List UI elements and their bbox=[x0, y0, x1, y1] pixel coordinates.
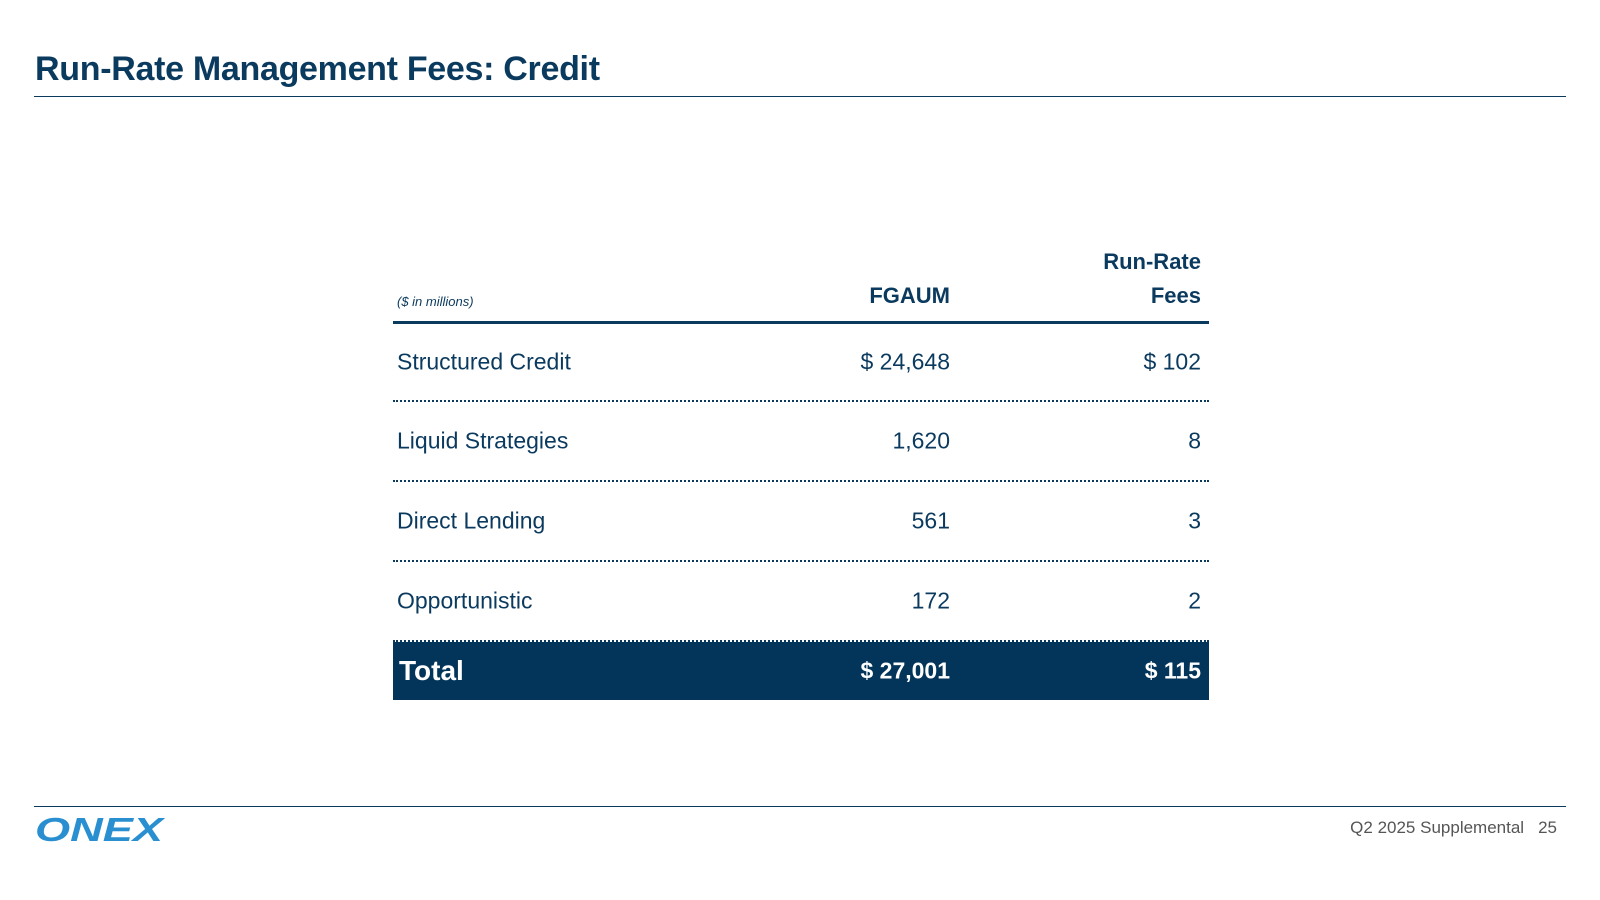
row-fgaum: $ 24,648 bbox=[860, 348, 950, 375]
onex-logo-text: ONEX bbox=[35, 815, 165, 845]
title-divider bbox=[34, 96, 1566, 97]
table-row: Direct Lending 561 3 bbox=[393, 482, 1209, 562]
total-fees: $ 115 bbox=[1144, 657, 1201, 684]
page-title: Run-Rate Management Fees: Credit bbox=[35, 50, 600, 88]
column-header-fgaum: FGAUM bbox=[869, 283, 950, 308]
row-fgaum: 172 bbox=[911, 587, 950, 614]
table-row: Liquid Strategies 1,620 8 bbox=[393, 402, 1209, 482]
row-fees: 8 bbox=[1188, 427, 1201, 454]
table-row: Structured Credit $ 24,648 $ 102 bbox=[393, 324, 1209, 402]
doc-label: Q2 2025 Supplemental bbox=[1350, 818, 1525, 837]
table-header: ($ in millions) FGAUM Run-Rate Fees bbox=[393, 249, 1209, 324]
row-fgaum: 561 bbox=[911, 507, 950, 534]
total-fgaum: $ 27,001 bbox=[860, 657, 950, 684]
table-row: Opportunistic 172 2 bbox=[393, 562, 1209, 642]
row-fees: 2 bbox=[1188, 587, 1201, 614]
onex-logo: ONEX bbox=[35, 815, 165, 845]
footer-label: Q2 2025 Supplemental 25 bbox=[1350, 818, 1557, 838]
column-header-fees-line1: Run-Rate bbox=[1103, 249, 1201, 274]
total-row: Total $ 27,001 $ 115 bbox=[393, 642, 1209, 700]
row-fees: $ 102 bbox=[1143, 348, 1201, 375]
fees-table: ($ in millions) FGAUM Run-Rate Fees Stru… bbox=[393, 249, 1209, 700]
row-fees: 3 bbox=[1188, 507, 1201, 534]
column-header-fees-line2: Fees bbox=[1150, 283, 1201, 308]
units-note: ($ in millions) bbox=[397, 294, 474, 309]
page-number: 25 bbox=[1538, 818, 1557, 837]
footer-divider bbox=[34, 806, 1566, 807]
row-label: Liquid Strategies bbox=[397, 427, 569, 454]
row-fgaum: 1,620 bbox=[892, 427, 950, 454]
column-header-fees: Run-Rate Fees bbox=[1103, 245, 1201, 313]
row-label: Direct Lending bbox=[397, 507, 546, 534]
row-label: Structured Credit bbox=[397, 348, 571, 375]
row-label: Opportunistic bbox=[397, 587, 533, 614]
slide: Run-Rate Management Fees: Credit ($ in m… bbox=[0, 0, 1600, 900]
total-label: Total bbox=[399, 655, 464, 686]
